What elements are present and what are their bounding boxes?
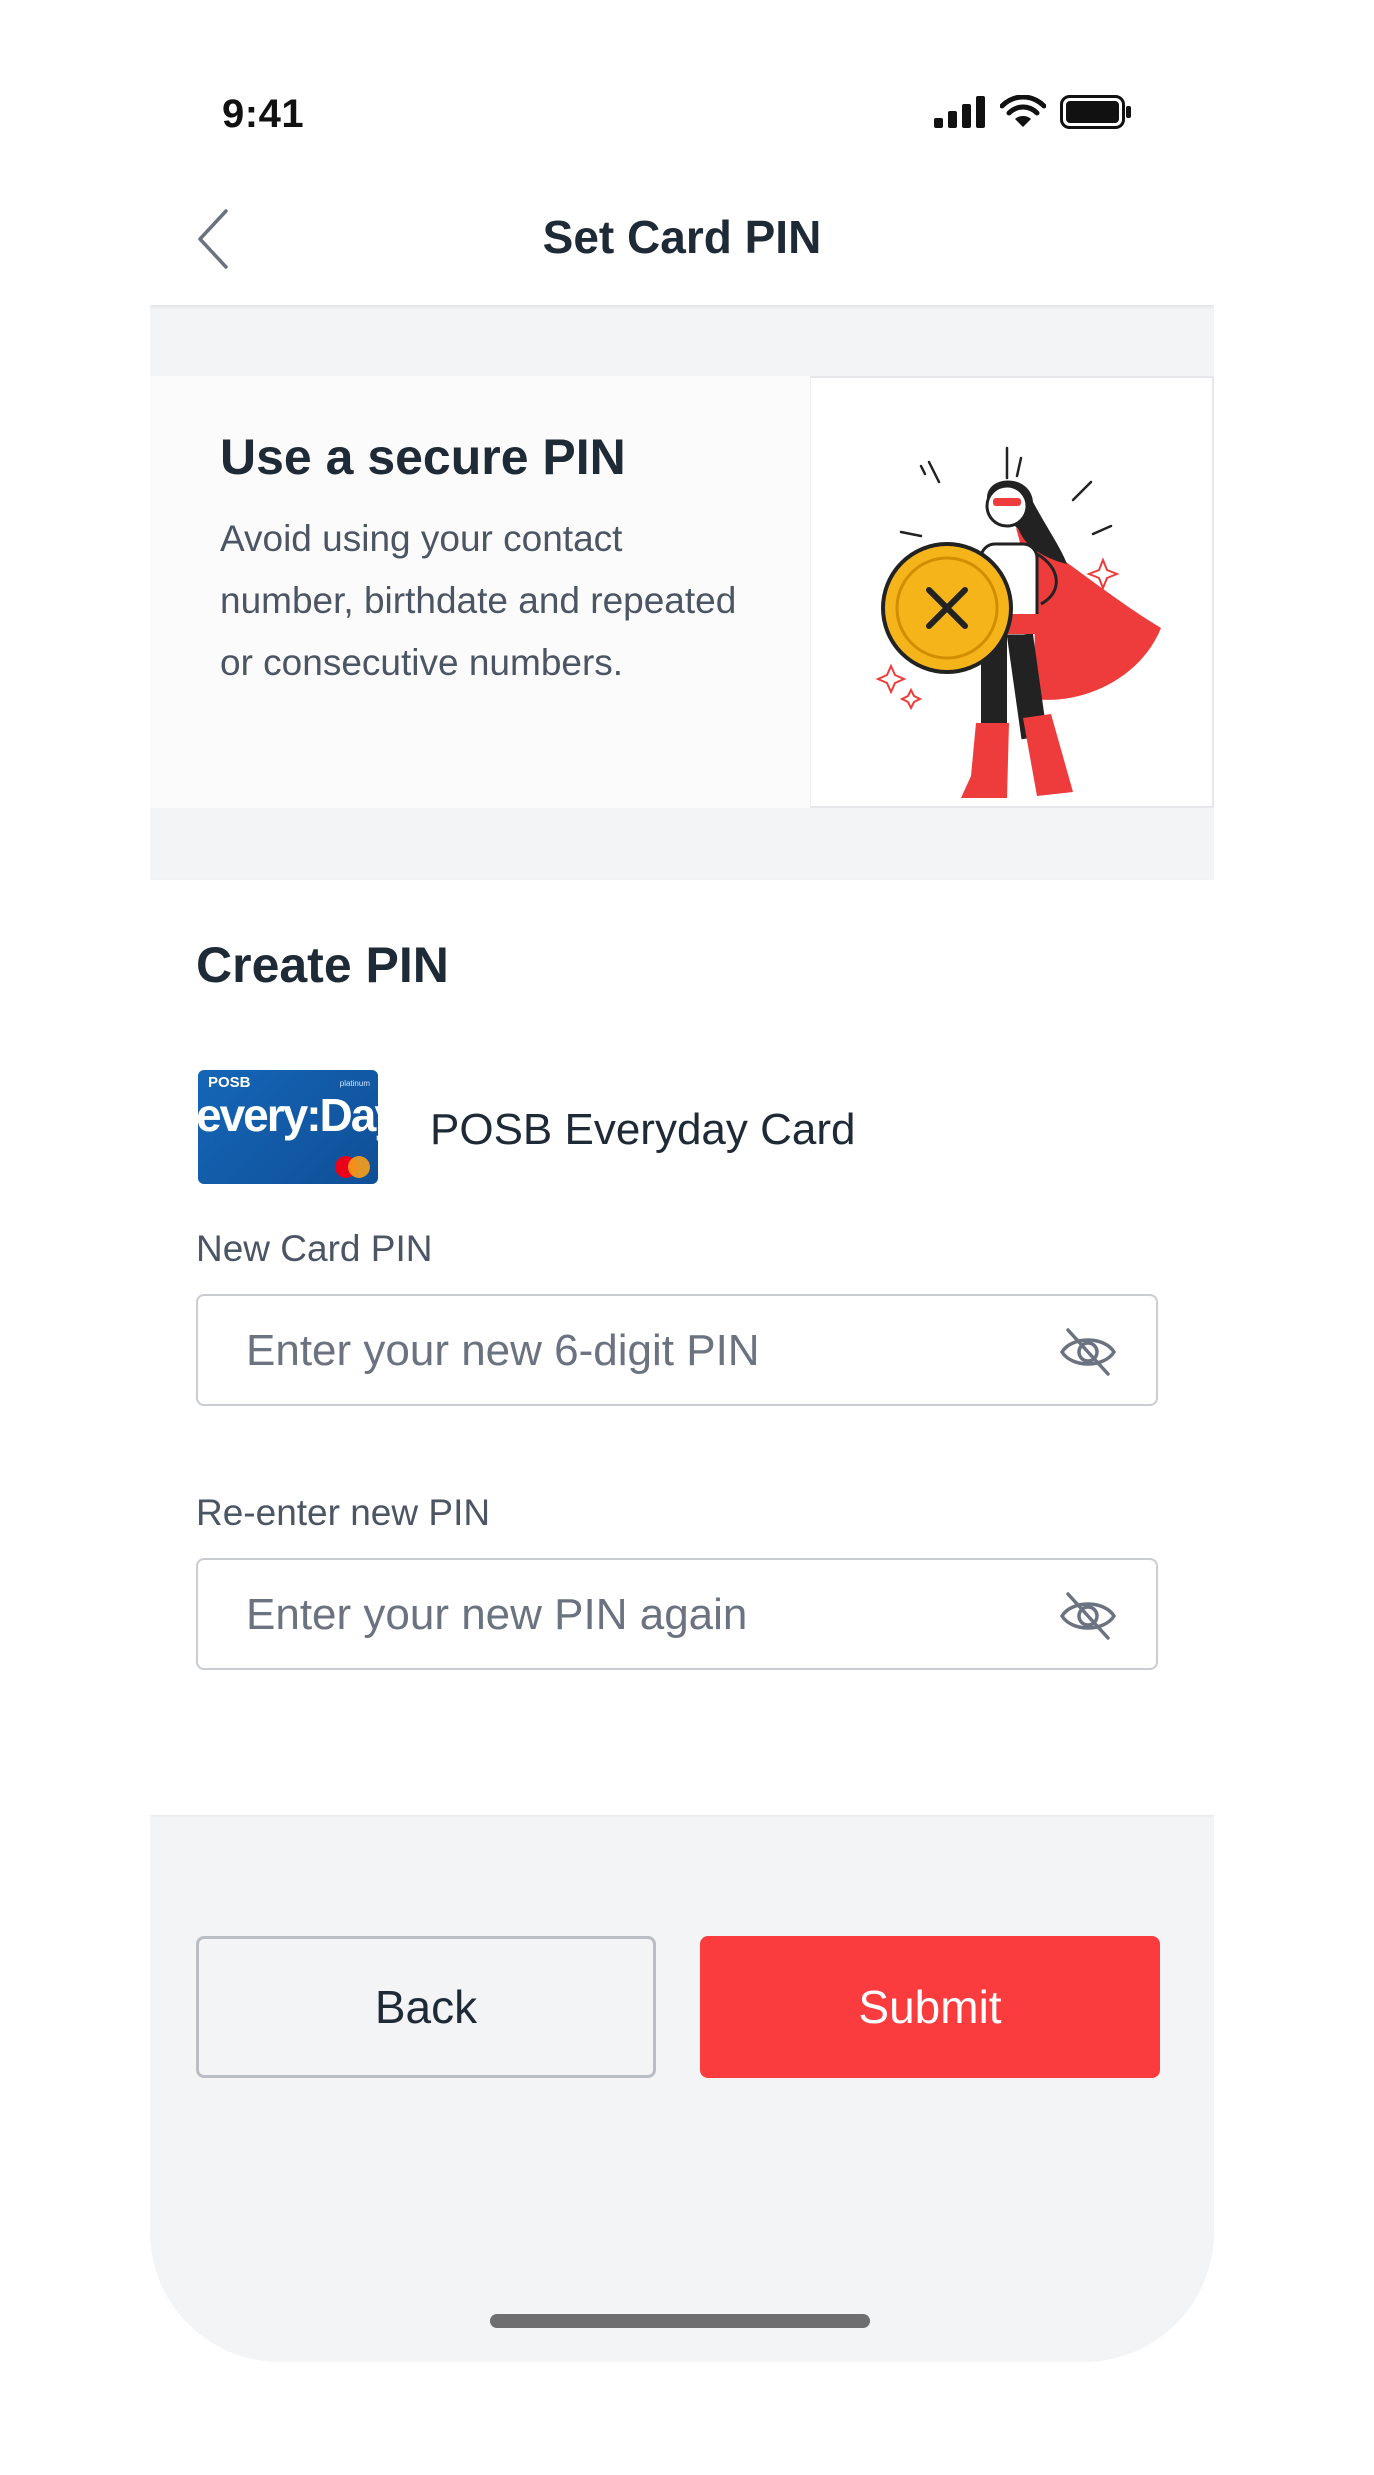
reenter-pin-input[interactable] xyxy=(244,1560,1028,1670)
new-pin-input[interactable] xyxy=(244,1296,1028,1406)
secure-pin-info-card: Use a secure PIN Avoid using your contac… xyxy=(150,376,1214,808)
back-button[interactable]: Back xyxy=(196,1936,656,2078)
app-screen: Set Card PIN Use a secure PIN Avoid usin… xyxy=(150,150,1214,2362)
posb-card-image: POSB platinum every:Day xyxy=(198,1070,378,1184)
superhero-shield-illustration xyxy=(875,446,1161,798)
status-icons xyxy=(934,94,1132,130)
reenter-pin-label: Re-enter new PIN xyxy=(196,1492,491,1533)
wifi-icon xyxy=(1000,95,1046,127)
create-pin-title: Create PIN xyxy=(196,937,449,993)
page: Set Card PIN Use a secure PIN Avoid usin… xyxy=(0,0,1374,2475)
new-pin-label: New Card PIN xyxy=(196,1228,433,1269)
eye-off-icon[interactable] xyxy=(1058,1588,1118,1644)
eye-off-icon[interactable] xyxy=(1058,1324,1118,1380)
status-bar: 9:41 xyxy=(150,40,1224,180)
mastercard-logo-icon-overlap xyxy=(348,1156,370,1178)
reenter-pin-field[interactable] xyxy=(196,1558,1158,1670)
home-indicator[interactable] xyxy=(490,2314,870,2328)
new-pin-field[interactable] xyxy=(196,1294,1158,1406)
info-body: Avoid using your contact number, birthda… xyxy=(220,518,737,683)
battery-icon xyxy=(1060,95,1131,129)
info-illustration-panel xyxy=(810,376,1214,808)
card-product-logo: every:Day xyxy=(198,1089,378,1141)
page-title: Set Card PIN xyxy=(542,211,822,263)
status-time: 9:41 xyxy=(222,92,305,136)
signal-icon xyxy=(934,96,985,128)
info-title: Use a secure PIN xyxy=(220,429,626,485)
card-tier-text: platinum xyxy=(339,1079,370,1088)
card-name: POSB Everyday Card xyxy=(430,1105,856,1154)
submit-button[interactable]: Submit xyxy=(700,1936,1160,2078)
create-pin-card: Create PIN POSB platinum every:Day POSB … xyxy=(150,880,1214,1815)
info-text-panel: Use a secure PIN Avoid using your contac… xyxy=(150,376,810,808)
